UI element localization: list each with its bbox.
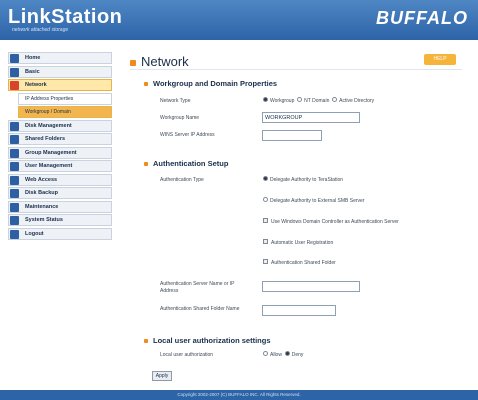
- auth-server-input[interactable]: [262, 281, 360, 292]
- network-type-radio-group: Workgroup NT Domain Active Directory: [263, 97, 374, 105]
- auth-option-terastation: Delegate Authority to TeraStation: [263, 176, 343, 184]
- status-icon: [10, 216, 19, 225]
- network-type-label: Network Type: [160, 98, 191, 104]
- workgroup-name-label: Workgroup Name: [160, 115, 200, 121]
- wins-server-input[interactable]: [262, 130, 322, 141]
- group-icon: [10, 148, 19, 158]
- sidebar-item-disk-backup[interactable]: Disk Backup: [8, 187, 112, 199]
- radio-active-directory[interactable]: [332, 97, 338, 103]
- sidebar-item-label: System Status: [25, 217, 63, 223]
- sidebar-item-label: Home: [25, 55, 41, 61]
- radio-deny[interactable]: [284, 351, 290, 357]
- sidebar-item-label: Maintenance: [25, 203, 59, 210]
- auth-shared-folder-input[interactable]: [262, 305, 336, 316]
- authentication-type-label: Authentication Type: [160, 177, 204, 183]
- checkbox-row-auto-registration: Automatic User Registration: [263, 239, 333, 247]
- auth-shared-folder-label: Authentication Shared Folder Name: [160, 306, 240, 312]
- top-banner: LinkStation network attached storage BUF…: [0, 0, 478, 40]
- wins-server-label: WINS Server IP Address: [160, 132, 215, 138]
- authentication-section-heading: Authentication Setup: [144, 159, 228, 168]
- arrow-icon: [144, 162, 148, 167]
- folder-icon: [10, 135, 19, 144]
- buffalo-brand-logo: BUFFALO: [376, 8, 468, 28]
- checkbox-auto-registration[interactable]: [263, 239, 268, 245]
- arrow-icon: [130, 59, 136, 66]
- checkbox-row-shared-folder: Authentication Shared Folder: [263, 259, 336, 267]
- sidebar-item-shared-folders[interactable]: Shared Folders: [8, 133, 112, 145]
- checkbox-domain-controller[interactable]: [263, 218, 268, 224]
- radio-delegate-terastation[interactable]: [263, 176, 268, 182]
- local-auth-section-heading: Local user authorization settings: [144, 336, 271, 345]
- home-icon: [10, 54, 19, 63]
- apply-button[interactable]: Apply: [152, 371, 172, 381]
- globe-icon: [10, 175, 19, 185]
- linkstation-logo: LinkStation: [8, 6, 123, 28]
- workgroup-section-heading: Workgroup and Domain Properties: [144, 79, 277, 88]
- sidebar-item-workgroup-domain[interactable]: Workgroup / Domain: [18, 106, 112, 118]
- sidebar-nav: Home Basic Network IP Address Properties…: [8, 52, 112, 241]
- basic-icon: [10, 67, 19, 77]
- user-icon: [10, 162, 19, 171]
- logo-tagline: network attached storage: [12, 27, 69, 33]
- local-auth-label: Local user authorization: [160, 352, 214, 358]
- sidebar-item-label: Shared Folders: [25, 136, 66, 142]
- auth-option-external-smb: Delegate Authority to External SMB Serve…: [263, 197, 365, 205]
- sidebar-item-user-management[interactable]: User Management: [8, 160, 112, 172]
- help-button[interactable]: HELP: [424, 54, 456, 65]
- workgroup-name-input[interactable]: [262, 112, 360, 123]
- sidebar-item-system-status[interactable]: System Status: [8, 214, 112, 226]
- radio-workgroup[interactable]: [263, 97, 268, 103]
- sidebar-item-label: Web Access: [25, 176, 58, 183]
- sidebar-item-label: Disk Management: [25, 122, 72, 129]
- sidebar-item-label: Workgroup / Domain: [25, 109, 71, 115]
- wrench-icon: [10, 202, 19, 212]
- title-divider: [130, 69, 462, 70]
- sidebar-item-label: Network: [25, 82, 47, 88]
- radio-nt-domain[interactable]: [297, 97, 303, 103]
- radio-allow[interactable]: [263, 351, 268, 357]
- sidebar-item-disk-management[interactable]: Disk Management: [8, 119, 112, 132]
- logout-icon: [10, 229, 19, 239]
- radio-delegate-external-smb[interactable]: [263, 197, 268, 203]
- sidebar-item-label: Disk Backup: [25, 190, 59, 196]
- local-auth-radio-group: Allow Deny: [263, 351, 303, 359]
- sidebar-item-label: Group Management: [25, 149, 77, 156]
- sidebar-item-home[interactable]: Home: [8, 52, 112, 64]
- sidebar-item-label: IP Address Properties: [25, 95, 74, 102]
- network-icon: [10, 81, 19, 90]
- sidebar-item-network[interactable]: Network: [8, 79, 112, 91]
- sidebar-item-basic[interactable]: Basic: [8, 65, 112, 78]
- backup-icon: [10, 189, 19, 198]
- copyright-footer: Copyright 2002-2007 (C) BUFFALO INC. All…: [0, 390, 478, 400]
- auth-server-label: Authentication Server Name or IP Address: [160, 281, 235, 294]
- sidebar-item-label: User Management: [25, 163, 73, 169]
- sidebar-item-web-access[interactable]: Web Access: [8, 173, 112, 186]
- arrow-icon: [144, 82, 148, 87]
- sidebar-item-group-management[interactable]: Group Management: [8, 146, 112, 159]
- sidebar-item-label: Logout: [25, 230, 44, 237]
- page-title: Network: [130, 54, 189, 69]
- sidebar-item-ip-address-properties[interactable]: IP Address Properties: [18, 92, 112, 105]
- sidebar-item-logout[interactable]: Logout: [8, 227, 112, 240]
- checkbox-row-domain-controller: Use Windows Domain Controller as Authent…: [263, 218, 399, 226]
- sidebar-item-label: Basic: [25, 68, 40, 75]
- checkbox-auth-shared-folder[interactable]: [263, 259, 268, 265]
- disk-icon: [10, 121, 19, 131]
- sidebar-item-maintenance[interactable]: Maintenance: [8, 200, 112, 213]
- arrow-icon: [144, 339, 148, 344]
